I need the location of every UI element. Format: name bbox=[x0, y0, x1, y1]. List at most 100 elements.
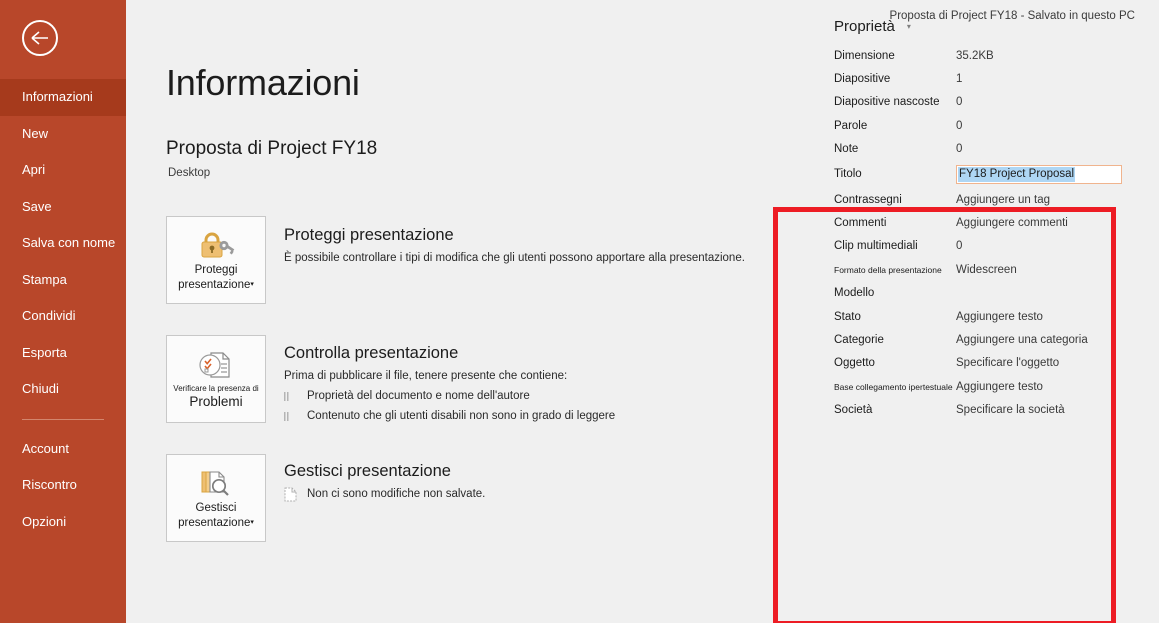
property-value: 35.2KB bbox=[956, 49, 994, 62]
sidebar-item-save[interactable]: Save bbox=[0, 189, 126, 226]
backstage-nav: Informazioni New Apri Save Salva con nom… bbox=[0, 79, 126, 540]
sidebar-item-salva-con-nome[interactable]: Salva con nome bbox=[0, 225, 126, 262]
chevron-down-icon[interactable]: ▾ bbox=[907, 22, 911, 31]
sidebar-item-label: New bbox=[22, 125, 49, 141]
title-input[interactable] bbox=[956, 165, 1122, 185]
inspect-bullet-text: Contenuto che gli utenti disabili non so… bbox=[307, 410, 616, 422]
property-value[interactable]: Aggiungere testo bbox=[956, 381, 1043, 393]
documents-search-icon bbox=[196, 466, 236, 500]
sidebar-item-label: Stampa bbox=[22, 271, 67, 287]
sidebar-item-chiudi[interactable]: Chiudi bbox=[0, 371, 126, 408]
inspect-bullet-text: Proprietà del documento e nome dell'auto… bbox=[307, 390, 530, 402]
sidebar-item-new[interactable]: New bbox=[0, 116, 126, 153]
manage-section-heading: Gestisci presentazione bbox=[284, 462, 451, 480]
document-icon bbox=[284, 487, 297, 502]
backstage-sidebar: Informazioni New Apri Save Salva con nom… bbox=[0, 0, 126, 623]
bullet-icon bbox=[284, 412, 290, 421]
backstage-main: Proposta di Project FY18 - Salvato in qu… bbox=[126, 0, 1159, 623]
sidebar-item-informazioni[interactable]: Informazioni bbox=[0, 79, 126, 116]
property-value[interactable]: Aggiungere una categoria bbox=[956, 334, 1088, 346]
title-field-wrapper: FY18 Project Proposal bbox=[956, 165, 1122, 185]
sidebar-item-riscontro[interactable]: Riscontro bbox=[0, 467, 126, 504]
property-row-parole: Parole 0 bbox=[804, 114, 1124, 137]
property-value[interactable]: Specificare l'oggetto bbox=[956, 357, 1059, 369]
property-value: 0 bbox=[956, 96, 963, 109]
property-label: Contrassegni bbox=[834, 193, 902, 206]
protect-presentation-section: Proteggi presentazione È possibile contr… bbox=[284, 225, 745, 267]
property-row-note: Note 0 bbox=[804, 138, 1124, 161]
sidebar-item-account[interactable]: Account bbox=[0, 431, 126, 468]
property-row-oggetto: Oggetto Specificare l'oggetto bbox=[804, 352, 1124, 375]
property-row-diapositive-nascoste: Diapositive nascoste 0 bbox=[804, 91, 1124, 114]
powerpoint-backstage-info-screen: Informazioni New Apri Save Salva con nom… bbox=[0, 0, 1159, 626]
property-label: Modello bbox=[834, 287, 875, 300]
property-label: Note bbox=[834, 143, 859, 156]
property-label: Oggetto bbox=[834, 357, 875, 370]
sidebar-item-label: Riscontro bbox=[22, 477, 77, 492]
back-arrow-icon[interactable] bbox=[22, 20, 58, 56]
manage-label-line1: Gestisci bbox=[195, 502, 237, 515]
protect-label-line1: Proteggi bbox=[194, 264, 238, 277]
property-row-modello: Modello bbox=[804, 282, 1124, 305]
property-row-commenti: Commenti Aggiungere commenti bbox=[804, 211, 1124, 234]
manage-presentation-label: Gestisci presentazione▾ bbox=[178, 502, 254, 530]
property-value[interactable]: Aggiungere testo bbox=[956, 311, 1043, 323]
bullet-icon bbox=[284, 392, 290, 401]
lock-key-icon bbox=[196, 228, 236, 262]
sidebar-item-label: Apri bbox=[22, 162, 46, 177]
manage-presentation-button[interactable]: Gestisci presentazione▾ bbox=[166, 454, 266, 542]
sidebar-item-label: Informazioni bbox=[22, 89, 93, 104]
property-label: Diapositive bbox=[834, 73, 891, 86]
manage-label-line2: presentazione bbox=[178, 516, 251, 529]
property-value[interactable]: Specificare la società bbox=[956, 404, 1065, 416]
property-value: Widescreen bbox=[956, 263, 1017, 276]
chevron-down-icon[interactable]: ▾ bbox=[250, 519, 254, 526]
property-label: Base collegamento ipertestuale bbox=[834, 381, 953, 392]
documents-search-glyph bbox=[201, 471, 229, 496]
property-label: Dimensione bbox=[834, 49, 895, 62]
protect-presentation-label: Proteggi presentazione▾ bbox=[178, 264, 254, 292]
property-row-contrassegni: Contrassegni Aggiungere un tag bbox=[804, 188, 1124, 211]
properties-title: Proprietà bbox=[834, 18, 895, 35]
property-value[interactable]: Aggiungere un tag bbox=[956, 194, 1050, 206]
property-row-base-collegamento: Base collegamento ipertestuale Aggiunger… bbox=[804, 375, 1124, 398]
sidebar-divider bbox=[22, 418, 104, 420]
chevron-down-icon[interactable]: ▾ bbox=[250, 281, 254, 288]
manage-status-row: Non ci sono modifiche non salvate. bbox=[284, 486, 485, 503]
manage-presentation-section: Gestisci presentazione Non ci sono modif… bbox=[284, 461, 485, 503]
inspect-section-body: Prima di pubblicare il file, tenere pres… bbox=[284, 370, 568, 382]
sidebar-item-stampa[interactable]: Stampa bbox=[0, 262, 126, 299]
property-label: Formato della presentazione bbox=[834, 264, 942, 275]
property-row-formato-presentazione: Formato della presentazione Widescreen bbox=[804, 258, 1124, 281]
file-location: Desktop bbox=[168, 167, 211, 179]
property-label-titolo: Titolo bbox=[834, 168, 862, 181]
property-row-categorie: Categorie Aggiungere una categoria bbox=[804, 328, 1124, 351]
property-label: Clip multimediali bbox=[834, 240, 918, 253]
file-name: Proposta di Project FY18 bbox=[166, 138, 378, 159]
sidebar-item-label: Esporta bbox=[22, 344, 67, 360]
sidebar-item-condividi[interactable]: Condividi bbox=[0, 298, 126, 335]
property-label: Parole bbox=[834, 119, 868, 132]
sidebar-item-label: Chiudi bbox=[22, 381, 59, 396]
manage-status-text: Non ci sono modifiche non salvate. bbox=[307, 488, 486, 500]
sidebar-item-opzioni[interactable]: Opzioni bbox=[0, 504, 126, 541]
property-row-stato: Stato Aggiungere testo bbox=[804, 305, 1124, 328]
document-check-icon bbox=[196, 348, 236, 382]
properties-header: Proprietà ▾ bbox=[804, 18, 1124, 35]
sidebar-item-apri[interactable]: Apri bbox=[0, 152, 126, 189]
property-row-diapositive: Diapositive 1 bbox=[804, 67, 1124, 90]
protect-presentation-button[interactable]: Proteggi presentazione▾ bbox=[166, 216, 266, 304]
property-row-clip-multimediali: Clip multimediali 0 bbox=[804, 235, 1124, 258]
sidebar-item-label: Opzioni bbox=[22, 513, 67, 529]
sidebar-item-label: Salva con nome bbox=[22, 235, 116, 250]
property-label: Società bbox=[834, 404, 873, 417]
document-check-glyph bbox=[199, 352, 230, 378]
back-arrow-glyph bbox=[31, 31, 48, 45]
sidebar-item-esporta[interactable]: Esporta bbox=[0, 335, 126, 372]
check-issues-label-small: Verificare la presenza di bbox=[173, 384, 259, 393]
inspect-bullet-item: Contenuto che gli utenti disabili non so… bbox=[284, 408, 615, 425]
sidebar-item-label: Save bbox=[22, 198, 52, 214]
check-for-issues-button[interactable]: Verificare la presenza di Problemi bbox=[166, 335, 266, 423]
property-value[interactable]: Aggiungere commenti bbox=[956, 217, 1068, 229]
property-value: 0 bbox=[956, 143, 963, 156]
